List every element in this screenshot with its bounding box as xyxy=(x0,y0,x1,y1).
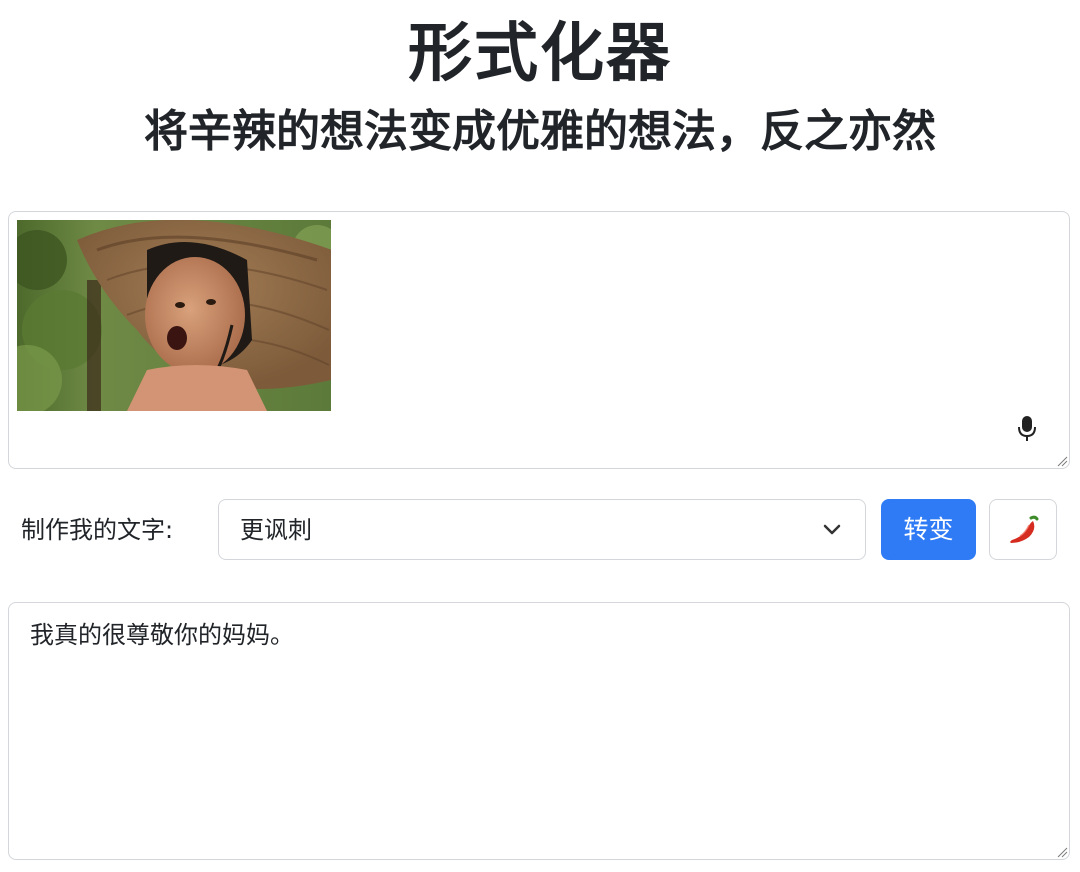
page-title: 形式化器 xyxy=(408,17,672,91)
tone-select[interactable]: 更讽刺 xyxy=(218,499,866,560)
tone-select-value: 更讽刺 xyxy=(240,516,312,544)
page-subtitle: 将辛辣的想法变成优雅的想法，反之亦然 xyxy=(144,106,936,157)
page: 形式化器 将辛辣的想法变成优雅的想法，反之亦然 制作我的文字: 更讽刺 转变 我… xyxy=(0,0,1080,872)
resize-grip-icon[interactable] xyxy=(1056,846,1068,858)
make-text-label: 制作我的文字: xyxy=(21,516,174,544)
chili-pepper-icon xyxy=(1010,515,1039,543)
resize-grip-icon[interactable] xyxy=(1056,455,1068,467)
meme-image xyxy=(17,220,331,411)
chevron-down-icon xyxy=(823,524,841,535)
output-text: 我真的很尊敬你的妈妈。 xyxy=(30,621,294,649)
transform-button[interactable]: 转变 xyxy=(881,499,976,560)
output-textarea[interactable]: 我真的很尊敬你的妈妈。 xyxy=(8,602,1070,860)
microphone-icon[interactable] xyxy=(1012,413,1042,443)
pepper-button[interactable] xyxy=(989,499,1057,560)
